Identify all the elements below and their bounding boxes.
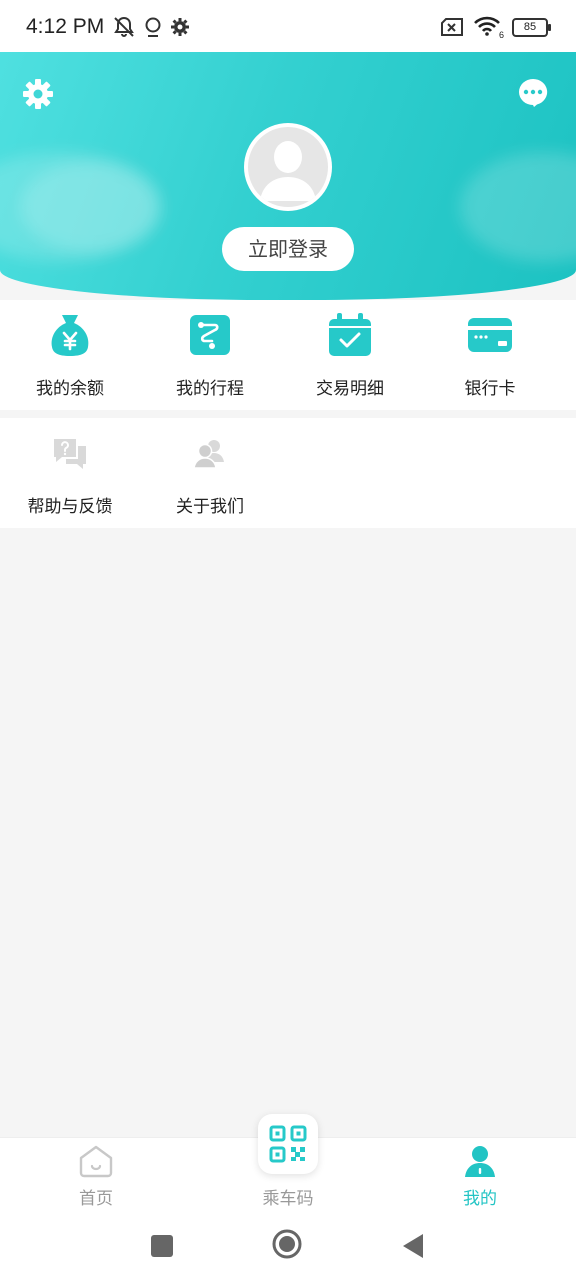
gear-small-icon [171, 18, 190, 36]
nav-mine-label: 我的 [463, 1189, 497, 1209]
qr-code-button[interactable] [258, 1114, 318, 1174]
user-icon [465, 1146, 495, 1177]
nav-code-label: 乘车码 [262, 1189, 314, 1209]
menu-item-bank-card[interactable]: 银行卡 [420, 300, 560, 410]
about-us-icon [193, 440, 224, 469]
menu-item-balance[interactable]: 我的余额 [0, 300, 140, 410]
secondary-menu: 帮助与反馈 关于我们 [0, 418, 576, 528]
wifi-badge: 6 [498, 30, 504, 40]
nav-home[interactable]: 首页 [0, 1138, 192, 1216]
menu-item-label: 帮助与反馈 [27, 497, 113, 517]
status-left: 4:12 PM [26, 15, 190, 39]
home-circle-icon[interactable] [271, 1228, 303, 1260]
default-avatar-icon [248, 127, 328, 207]
status-bar: 4:12 PM 6 85 [0, 0, 576, 54]
menu-item-label: 银行卡 [464, 379, 516, 399]
menu-item-transactions[interactable]: 交易明细 [280, 300, 420, 410]
wifi-icon: 6 [474, 16, 504, 40]
nav-ride-code[interactable]: 乘车码 [192, 1114, 384, 1216]
header-cloud-right [460, 152, 576, 262]
menu-item-label: 我的行程 [176, 379, 244, 399]
profile-header: 立即登录 [0, 52, 576, 300]
status-right: 6 85 [440, 16, 551, 40]
bottom-nav: 首页 乘车码 我的 [0, 1114, 576, 1216]
bell-muted-icon [114, 16, 135, 37]
menu-item-label: 交易明细 [316, 379, 384, 399]
message-icon[interactable] [518, 78, 548, 108]
recent-apps-icon[interactable] [150, 1234, 174, 1258]
bank-card-icon [468, 318, 512, 352]
primary-menu: 我的余额 我的行程 交易明细 银行卡 [0, 300, 576, 410]
login-button[interactable]: 立即登录 [222, 227, 354, 271]
battery-indicator: 85 [512, 17, 551, 37]
sim-card-x-icon [441, 18, 463, 36]
route-icon [190, 315, 230, 355]
avatar[interactable] [244, 123, 332, 211]
home-icon [79, 1145, 113, 1178]
money-bag-icon [51, 315, 89, 356]
menu-item-label: 我的余额 [36, 379, 104, 399]
system-nav-bar [0, 1215, 576, 1280]
calendar-check-icon [329, 313, 371, 356]
back-triangle-icon[interactable] [401, 1232, 425, 1260]
menu-item-help-feedback[interactable]: 帮助与反馈 [0, 418, 140, 528]
qr-code-icon [269, 1125, 307, 1163]
menu-item-label: 关于我们 [176, 497, 244, 517]
menu-item-trips[interactable]: 我的行程 [140, 300, 280, 410]
menu-item-about-us[interactable]: 关于我们 [140, 418, 280, 528]
nav-mine[interactable]: 我的 [384, 1138, 576, 1216]
settings-icon[interactable] [22, 78, 54, 110]
location-icon [145, 17, 161, 37]
status-time: 4:12 PM [26, 15, 105, 38]
help-feedback-icon [54, 439, 86, 469]
header-cloud-left-2 [20, 162, 160, 252]
nav-home-label: 首页 [79, 1189, 113, 1209]
